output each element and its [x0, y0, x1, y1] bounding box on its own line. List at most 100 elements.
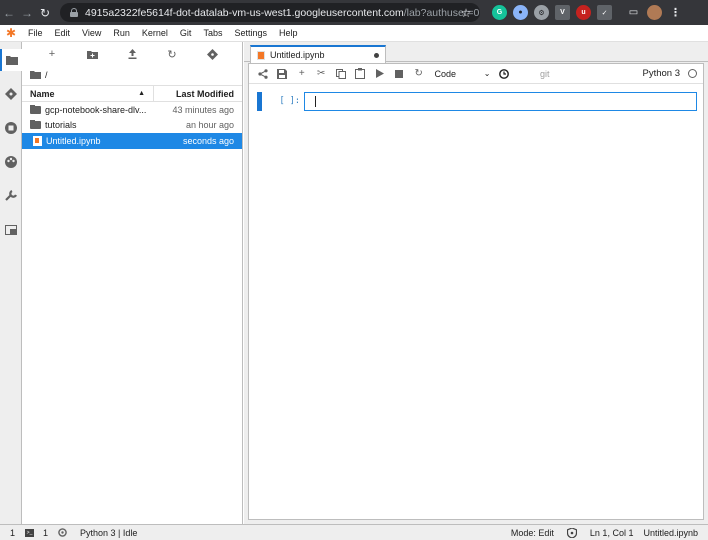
upload-button[interactable]	[122, 44, 142, 64]
modified-column-header[interactable]: Last Modified	[154, 89, 242, 99]
share-button[interactable]	[253, 64, 273, 83]
menu-file[interactable]: File	[22, 25, 49, 42]
forward-arrow-icon[interactable]: →	[18, 0, 36, 25]
url-host: 4915a2322fe5614f-dot-datalab-vm-us-west1…	[85, 6, 404, 19]
terminal-icon: >_	[25, 528, 35, 537]
menu-help[interactable]: Help	[273, 25, 304, 42]
main-area: Untitled.ipynb + ✂ ↻ Code ⌄ git Python 3…	[244, 42, 708, 524]
kernel-idle-status-icon	[688, 69, 697, 78]
cell-type-select[interactable]: Code ⌄	[435, 69, 491, 79]
menu-git[interactable]: Git	[174, 25, 198, 42]
menu-edit[interactable]: Edit	[49, 25, 77, 42]
folder-icon	[30, 120, 41, 130]
file-modified: an hour ago	[185, 120, 234, 131]
code-cell[interactable]: [ ]:	[257, 91, 697, 111]
clock-icon	[499, 68, 510, 79]
tab-untitled-notebook[interactable]: Untitled.ipynb	[250, 45, 386, 63]
gear-icon	[58, 528, 67, 537]
notebook-icon	[33, 135, 42, 146]
save-button[interactable]	[273, 64, 293, 83]
cell-input[interactable]	[304, 91, 697, 111]
extensions-area: G ● ⚙ V u ✓ ▭ ⋮	[492, 5, 683, 20]
tab-bar: Untitled.ipynb	[244, 42, 708, 63]
file-list-header: Name ▲ Last Modified	[22, 85, 242, 102]
menu-settings[interactable]: Settings	[228, 25, 273, 42]
editor-mode[interactable]: Mode: Edit	[506, 528, 562, 538]
cell-type-value: Code	[434, 68, 457, 79]
list-item[interactable]: tutorials an hour ago	[22, 118, 242, 134]
sort-caret-icon: ▲	[138, 90, 145, 97]
insert-cell-button[interactable]: +	[292, 64, 312, 83]
menu-tabs[interactable]: Tabs	[197, 25, 228, 42]
restart-kernel-button[interactable]: ↻	[409, 64, 429, 83]
lock-icon	[70, 8, 78, 17]
extension-status[interactable]	[53, 528, 72, 537]
kernel-status[interactable]: Python 3 | Idle	[72, 528, 142, 538]
file-name: gcp-notebook-share-dlv...	[45, 104, 147, 115]
terminal-count[interactable]: >_ 1	[20, 528, 53, 538]
notebook-toolbar: + ✂ ↻ Code ⌄ git Python 3	[249, 64, 703, 84]
new-launcher-button[interactable]: +	[42, 44, 62, 64]
running-sessions-icon[interactable]	[0, 117, 22, 139]
grammarly-extension-icon[interactable]: G	[492, 5, 507, 20]
settings-extension-icon[interactable]: ⚙	[534, 5, 549, 20]
git-tab-icon[interactable]	[0, 83, 22, 105]
list-item[interactable]: Untitled.ipynb seconds ago	[22, 133, 242, 149]
stop-icon	[395, 69, 404, 78]
extension-badge-icon[interactable]: ✓	[597, 5, 612, 20]
git-clone-button[interactable]	[202, 44, 222, 64]
file-modified: 43 minutes ago	[172, 104, 234, 115]
new-folder-icon	[86, 50, 98, 59]
new-folder-button[interactable]	[82, 44, 102, 64]
interrupt-button[interactable]	[390, 64, 410, 83]
clock-button[interactable]	[495, 64, 515, 83]
shield-status[interactable]	[562, 527, 582, 538]
menu-kernel[interactable]: Kernel	[136, 25, 174, 42]
bookmark-star-icon[interactable]: ☆	[458, 6, 474, 20]
tabs-list-icon[interactable]	[0, 219, 22, 241]
file-modified: seconds ago	[182, 135, 234, 146]
git-label[interactable]: git	[540, 69, 550, 79]
extension-icon[interactable]: ●	[513, 5, 528, 20]
reload-icon[interactable]: ↻	[36, 0, 54, 25]
unsaved-dot-icon[interactable]	[374, 52, 379, 58]
breadcrumb: /	[22, 66, 242, 83]
shield-icon	[566, 527, 577, 538]
run-button[interactable]	[370, 64, 390, 83]
vimium-extension-icon[interactable]: V	[555, 5, 570, 20]
simple-mode-count[interactable]: 1	[0, 528, 20, 538]
file-name: Untitled.ipynb	[46, 135, 101, 146]
terminal-count-value: 1	[43, 527, 49, 538]
palette-icon[interactable]	[0, 151, 22, 173]
save-icon	[277, 68, 288, 79]
cut-button[interactable]: ✂	[312, 64, 332, 83]
file-name: tutorials	[45, 120, 77, 131]
chevron-down-icon: ⌄	[483, 69, 491, 78]
copy-button[interactable]	[331, 64, 351, 83]
browser-menu-icon[interactable]: ⋮	[668, 5, 683, 20]
list-item[interactable]: gcp-notebook-share-dlv... 43 minutes ago	[22, 102, 242, 118]
menu-view[interactable]: View	[76, 25, 107, 42]
folder-icon[interactable]	[30, 70, 41, 79]
wrench-icon[interactable]	[0, 185, 22, 207]
cursor-position[interactable]: Ln 1, Col 1	[582, 528, 639, 538]
paste-button[interactable]	[351, 64, 371, 83]
jupyter-logo-icon: ✱	[5, 26, 17, 40]
name-column-header[interactable]: Name ▲	[22, 86, 154, 101]
file-list: gcp-notebook-share-dlv... 43 minutes ago…	[22, 102, 242, 149]
refresh-button[interactable]: ↻	[162, 44, 182, 64]
kernel-name[interactable]: Python 3	[643, 68, 681, 79]
cast-icon[interactable]: ▭	[626, 5, 641, 20]
file-browser-tab-icon[interactable]	[0, 49, 22, 71]
breadcrumb-path[interactable]: /	[45, 70, 48, 80]
tab-label: Untitled.ipynb	[270, 50, 325, 60]
current-file: Untitled.ipynb	[643, 527, 698, 538]
menu-run[interactable]: Run	[107, 25, 136, 42]
ublock-extension-icon[interactable]: u	[576, 5, 591, 20]
address-bar[interactable]: 4915a2322fe5614f-dot-datalab-vm-us-west1…	[60, 3, 480, 22]
profile-avatar[interactable]	[647, 5, 662, 20]
notebook-icon	[257, 50, 265, 60]
git-clone-icon	[206, 48, 218, 60]
notebook-panel: + ✂ ↻ Code ⌄ git Python 3 []:	[248, 63, 704, 520]
back-arrow-icon[interactable]: ←	[0, 0, 18, 25]
